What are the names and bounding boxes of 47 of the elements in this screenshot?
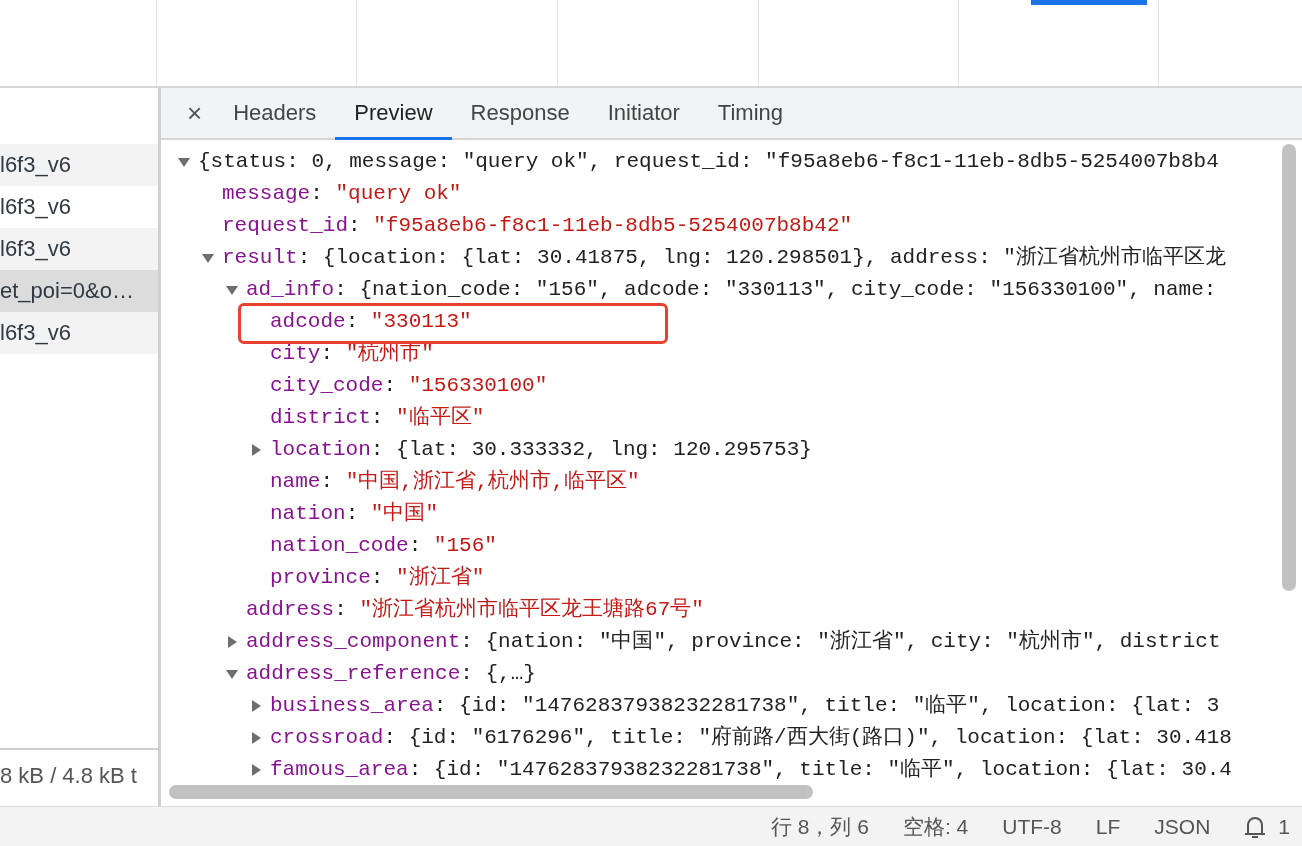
request-row[interactable]: l6f3_v6 [0, 312, 158, 354]
tree-entry: address_component: {nation: "中国", province: "浙江省", city: "杭州市", district [246, 628, 1221, 655]
expand-arrow-icon[interactable] [226, 636, 238, 648]
tree-entry: result: {location: {lat: 30.41875, lng: 120.298501}, address: "浙江省杭州市临平区龙 [222, 244, 1226, 271]
notification-count: 1 [1278, 814, 1290, 839]
scrollbar-thumb[interactable] [1282, 144, 1296, 591]
tab[interactable]: Timing [698, 88, 803, 140]
status-item[interactable]: 空格: 4 [902, 812, 969, 841]
request-row[interactable]: l6f3_v6 [0, 228, 158, 270]
collapse-arrow-icon[interactable] [202, 252, 214, 264]
tree-entry: district: "临平区" [270, 405, 485, 431]
collapse-arrow-icon[interactable] [226, 284, 238, 296]
tree-entry: location: {lat: 30.333332, lng: 120.295753} [270, 437, 812, 463]
close-button[interactable]: × [175, 88, 215, 138]
tree-entry: city_code: "156330100" [270, 373, 548, 399]
tree-entry: name: "中国,浙江省,杭州市,临平区" [270, 468, 640, 495]
tree-entry: request_id: "f95a8eb6-f8c1-11eb-8db5-5254007b8b42" [222, 213, 853, 239]
tab[interactable]: Headers [214, 88, 336, 140]
tree-entry: province: "浙江省" [270, 564, 485, 591]
tree-entry: {status: 0, message: "query ok", request_id: "f95a8eb6-f8c1-11eb-8db5-5254007b8b4 [198, 149, 1219, 175]
collapse-arrow-icon[interactable] [178, 156, 190, 168]
status-item[interactable]: UTF-8 [1002, 814, 1062, 839]
expand-arrow-icon[interactable] [250, 444, 262, 456]
tab[interactable]: Initiator [588, 88, 699, 140]
tab[interactable]: Response [451, 88, 589, 140]
request-row[interactable]: l6f3_v6 [0, 144, 158, 186]
tree-entry: business_area: {id: "14762837938232281738", title: "临平", location: {lat: 3 [270, 693, 1220, 719]
expand-arrow-icon[interactable] [250, 700, 262, 712]
tree-entry: ad_info: {nation_code: "156", adcode: "330113", city_code: "156330100", name: [246, 277, 1217, 303]
scrollbar-thumb[interactable] [169, 785, 813, 799]
tab[interactable]: Preview [335, 88, 452, 140]
tree-entry: famous_area: {id: "14762837938232281738", title: "临平", location: {lat: 30.4 [270, 757, 1232, 782]
expand-arrow-icon[interactable] [250, 732, 262, 744]
collapse-arrow-icon[interactable] [226, 668, 238, 680]
tree-entry: crossroad: {id: "6176296", title: "府前路/西大街(路口)", location: {lat: 30.418 [270, 724, 1232, 751]
tree-entry: address: "浙江省杭州市临平区龙王塘路67号" [246, 596, 704, 623]
bell-icon[interactable] [1244, 814, 1267, 839]
tree-entry: address_reference: {,…} [246, 661, 536, 687]
tree-entry: nation: "中国" [270, 500, 439, 527]
status-item[interactable]: JSON [1154, 814, 1211, 839]
expand-arrow-icon[interactable] [250, 764, 262, 776]
tree-entry: nation_code: "156" [270, 533, 497, 559]
tree-entry: message: "query ok" [222, 181, 462, 207]
status-item[interactable]: LF [1095, 814, 1121, 839]
tree-entry: adcode: "330113" [270, 309, 472, 335]
request-row[interactable]: et_poi=0&o… [0, 270, 158, 312]
status-item[interactable]: 行 8，列 6 [770, 812, 869, 841]
